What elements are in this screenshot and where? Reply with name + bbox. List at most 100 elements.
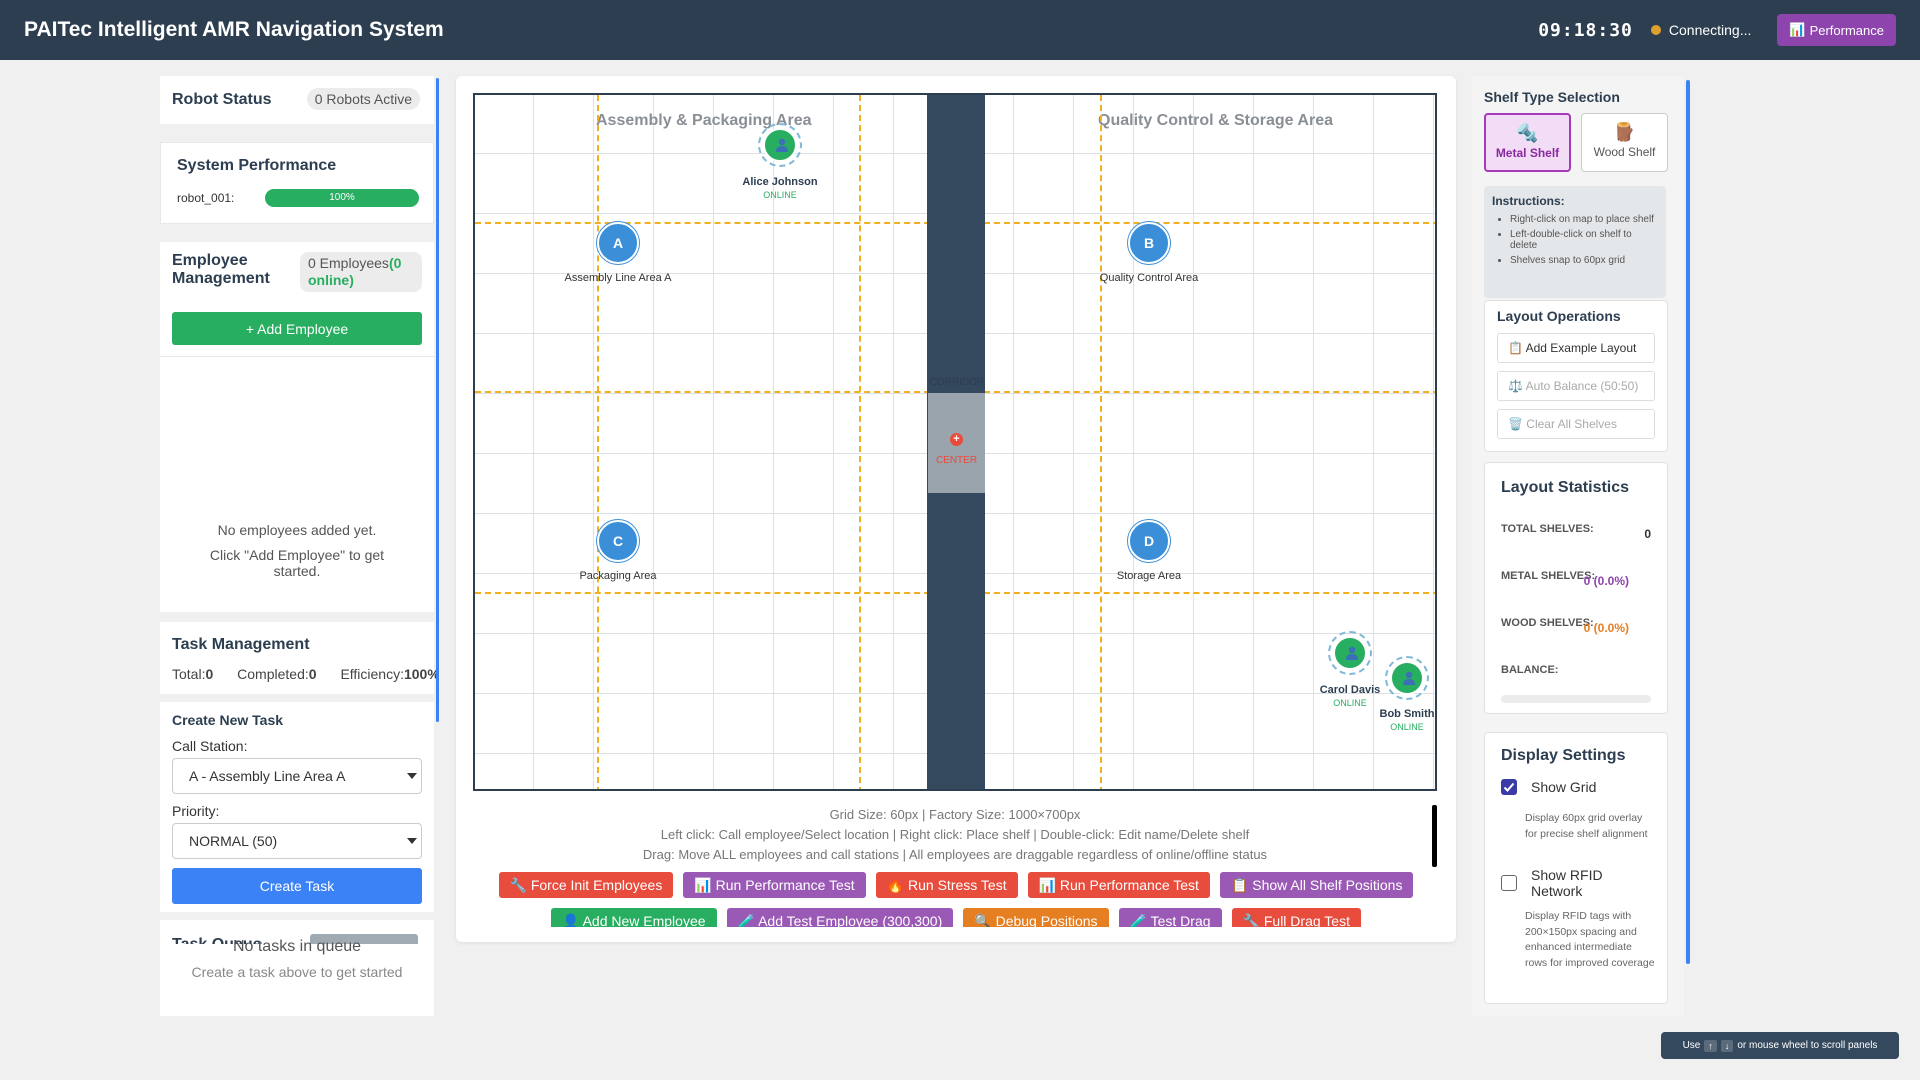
efficiency-label: Efficiency:: [340, 666, 404, 682]
info-scrollbar[interactable]: [1432, 805, 1437, 867]
check-icon: [1503, 782, 1515, 792]
show-shelf-positions-button[interactable]: 📋 Show All Shelf Positions: [1219, 872, 1414, 898]
test-buttons-row-2: 👤 Add New Employee 🧪 Add Test Employee (…: [456, 908, 1456, 927]
employee-name: Carol Davis: [1319, 684, 1381, 696]
stat-metal-shelves: METAL SHELVES: 0 (0.0%): [1501, 570, 1651, 588]
employee-name: Bob Smith: [1379, 708, 1435, 720]
full-drag-test-button[interactable]: 🔧 Full Drag Test: [1231, 908, 1361, 927]
call-station-value: A - Assembly Line Area A: [189, 768, 346, 784]
show-grid-label: Show Grid: [1531, 779, 1597, 795]
employee-marker[interactable]: [1385, 656, 1429, 700]
factory-map[interactable]: Assembly & Packaging Area Quality Contro…: [473, 93, 1437, 791]
connection-status-icon: [1650, 25, 1661, 35]
priority-select[interactable]: NORMAL (50): [172, 823, 422, 859]
add-employee-button[interactable]: + Add Employee: [172, 312, 422, 345]
total-label: Total:: [172, 666, 206, 682]
instructions-box: Instructions: Right-click on map to plac…: [1484, 186, 1666, 298]
scroll-hint: Use ↑ ↓ or mouse wheel to scroll panels: [1661, 1032, 1899, 1059]
app-header: PAITec Intelligent AMR Navigation System…: [0, 0, 1920, 60]
station-c[interactable]: C: [597, 520, 639, 562]
map-info-line: Left click: Call employee/Select locatio…: [660, 827, 1250, 842]
instruction-item: Left-double-click on shelf to delete: [1510, 229, 1658, 251]
employee-status: ONLINE: [1390, 722, 1424, 732]
task-queue-empty-hint: Create a task above to get started: [191, 964, 403, 980]
add-test-employee-button[interactable]: 🧪 Add Test Employee (300,300): [726, 908, 954, 927]
employee-management-title: Employee Management: [172, 252, 270, 287]
instruction-item: Shelves snap to 60px grid: [1510, 255, 1658, 266]
employees-empty-title: No employees added yet.: [217, 522, 377, 538]
performance-button[interactable]: 📊 Performance: [1777, 14, 1896, 46]
center-plus-icon: +: [950, 433, 963, 446]
priority-value: NORMAL (50): [189, 833, 278, 849]
employees-empty-hint: Click "Add Employee" to get started.: [209, 547, 385, 579]
layout-statistics-card: Layout Statistics TOTAL SHELVES: 0 METAL…: [1484, 462, 1668, 714]
run-performance-test-button-2[interactable]: 📊 Run Performance Test: [1027, 872, 1210, 898]
instructions-list: Right-click on map to place shelf Left-d…: [1492, 214, 1658, 266]
wood-shelf-label: Wood Shelf: [1593, 145, 1656, 159]
employee-marker[interactable]: [1328, 631, 1372, 675]
wood-shelf-button[interactable]: 🪵 Wood Shelf: [1581, 113, 1668, 172]
system-performance-card: System Performance robot_001: 100%: [160, 142, 434, 224]
bolt-icon: 🔩: [1516, 123, 1539, 143]
arrow-up-icon: ↑: [1704, 1039, 1717, 1052]
map-info-line: Grid Size: 60px | Factory Size: 1000×700…: [829, 807, 1081, 822]
stat-metal-label: METAL SHELVES:: [1501, 570, 1596, 582]
station-d[interactable]: D: [1128, 520, 1170, 562]
metal-shelf-button[interactable]: 🔩 Metal Shelf: [1484, 113, 1571, 172]
show-rfid-label: Show RFID Network: [1531, 867, 1603, 899]
station-c-label: Packaging Area: [579, 570, 657, 582]
robot-performance-label: robot_001:: [177, 191, 235, 205]
station-d-label: Storage Area: [1116, 570, 1182, 582]
left-panel[interactable]: Robot Status 0 Robots Active System Perf…: [160, 76, 436, 1016]
add-new-employee-button[interactable]: 👤 Add New Employee: [551, 908, 717, 927]
center-label: CENTER: [935, 455, 978, 466]
robot-performance-bar: 100%: [265, 189, 419, 207]
force-init-employees-button[interactable]: 🔧 Force Init Employees: [498, 872, 674, 898]
stat-metal-value: 0 (0.0%): [1583, 574, 1629, 588]
test-buttons-row-1: 🔧 Force Init Employees 📊 Run Performance…: [456, 872, 1456, 898]
show-rfid-checkbox[interactable]: [1501, 875, 1517, 891]
center-point[interactable]: + CENTER: [928, 393, 985, 493]
employee-status: ONLINE: [1333, 698, 1367, 708]
robot-status-title: Robot Status: [172, 91, 272, 108]
stat-wood-shelves: WOOD SHELVES: 0 (0.0%): [1501, 617, 1651, 635]
clear-all-shelves-button[interactable]: 🗑️ Clear All Shelves: [1497, 409, 1655, 439]
balance-bar: [1501, 695, 1651, 703]
completed-label: Completed:: [237, 666, 309, 682]
chevron-down-icon: [407, 838, 417, 844]
employee-name: Alice Johnson: [742, 176, 818, 188]
create-task-button[interactable]: Create Task: [172, 868, 422, 904]
station-b[interactable]: B: [1128, 222, 1170, 264]
station-a[interactable]: A: [597, 222, 639, 264]
scroll-hint-prefix: Use: [1682, 1040, 1701, 1051]
test-drag-button[interactable]: 🧪 Test Drag: [1118, 908, 1222, 927]
priority-label: Priority:: [172, 803, 220, 819]
right-panel[interactable]: Shelf Type Selection 🔩 Metal Shelf 🪵 Woo…: [1472, 76, 1684, 1016]
stat-wood-label: WOOD SHELVES:: [1501, 617, 1594, 629]
employee-management-card: Employee Management 0 Employees(0 online…: [160, 242, 434, 612]
auto-balance-button[interactable]: ⚖️ Auto Balance (50:50): [1497, 371, 1655, 401]
person-icon: [1346, 646, 1358, 660]
stat-balance-label: BALANCE:: [1501, 664, 1559, 676]
run-performance-test-button[interactable]: 📊 Run Performance Test: [683, 872, 866, 898]
task-management-title: Task Management: [172, 636, 310, 653]
debug-positions-button[interactable]: 🔍 Debug Positions: [963, 908, 1109, 927]
zone-label-quality: Quality Control & Storage Area: [1098, 112, 1333, 129]
zone-boundary: [1100, 95, 1102, 789]
layout-operations-title: Layout Operations: [1497, 308, 1621, 324]
test-buttons-row-2-clip: 👤 Add New Employee 🧪 Add Test Employee (…: [456, 907, 1456, 927]
chart-icon: 📊: [1789, 22, 1806, 37]
task-stats: Total:0 Completed:0 Efficiency:100%: [172, 666, 436, 682]
left-panel-scrollbar[interactable]: [436, 78, 439, 722]
run-stress-test-button[interactable]: 🔥 Run Stress Test: [875, 872, 1018, 898]
employee-marker[interactable]: [758, 123, 802, 167]
task-queue-empty: No tasks in queue Create a task above to…: [160, 938, 434, 1016]
total-value: 0: [205, 666, 214, 682]
chevron-down-icon: [407, 773, 417, 779]
zone-boundary: [597, 95, 599, 789]
show-grid-checkbox[interactable]: [1501, 779, 1517, 795]
add-example-layout-button[interactable]: 📋 Add Example Layout: [1497, 333, 1655, 363]
call-station-select[interactable]: A - Assembly Line Area A: [172, 758, 422, 794]
right-panel-scrollbar[interactable]: [1686, 80, 1690, 964]
app-title: PAITec Intelligent AMR Navigation System: [24, 18, 444, 41]
